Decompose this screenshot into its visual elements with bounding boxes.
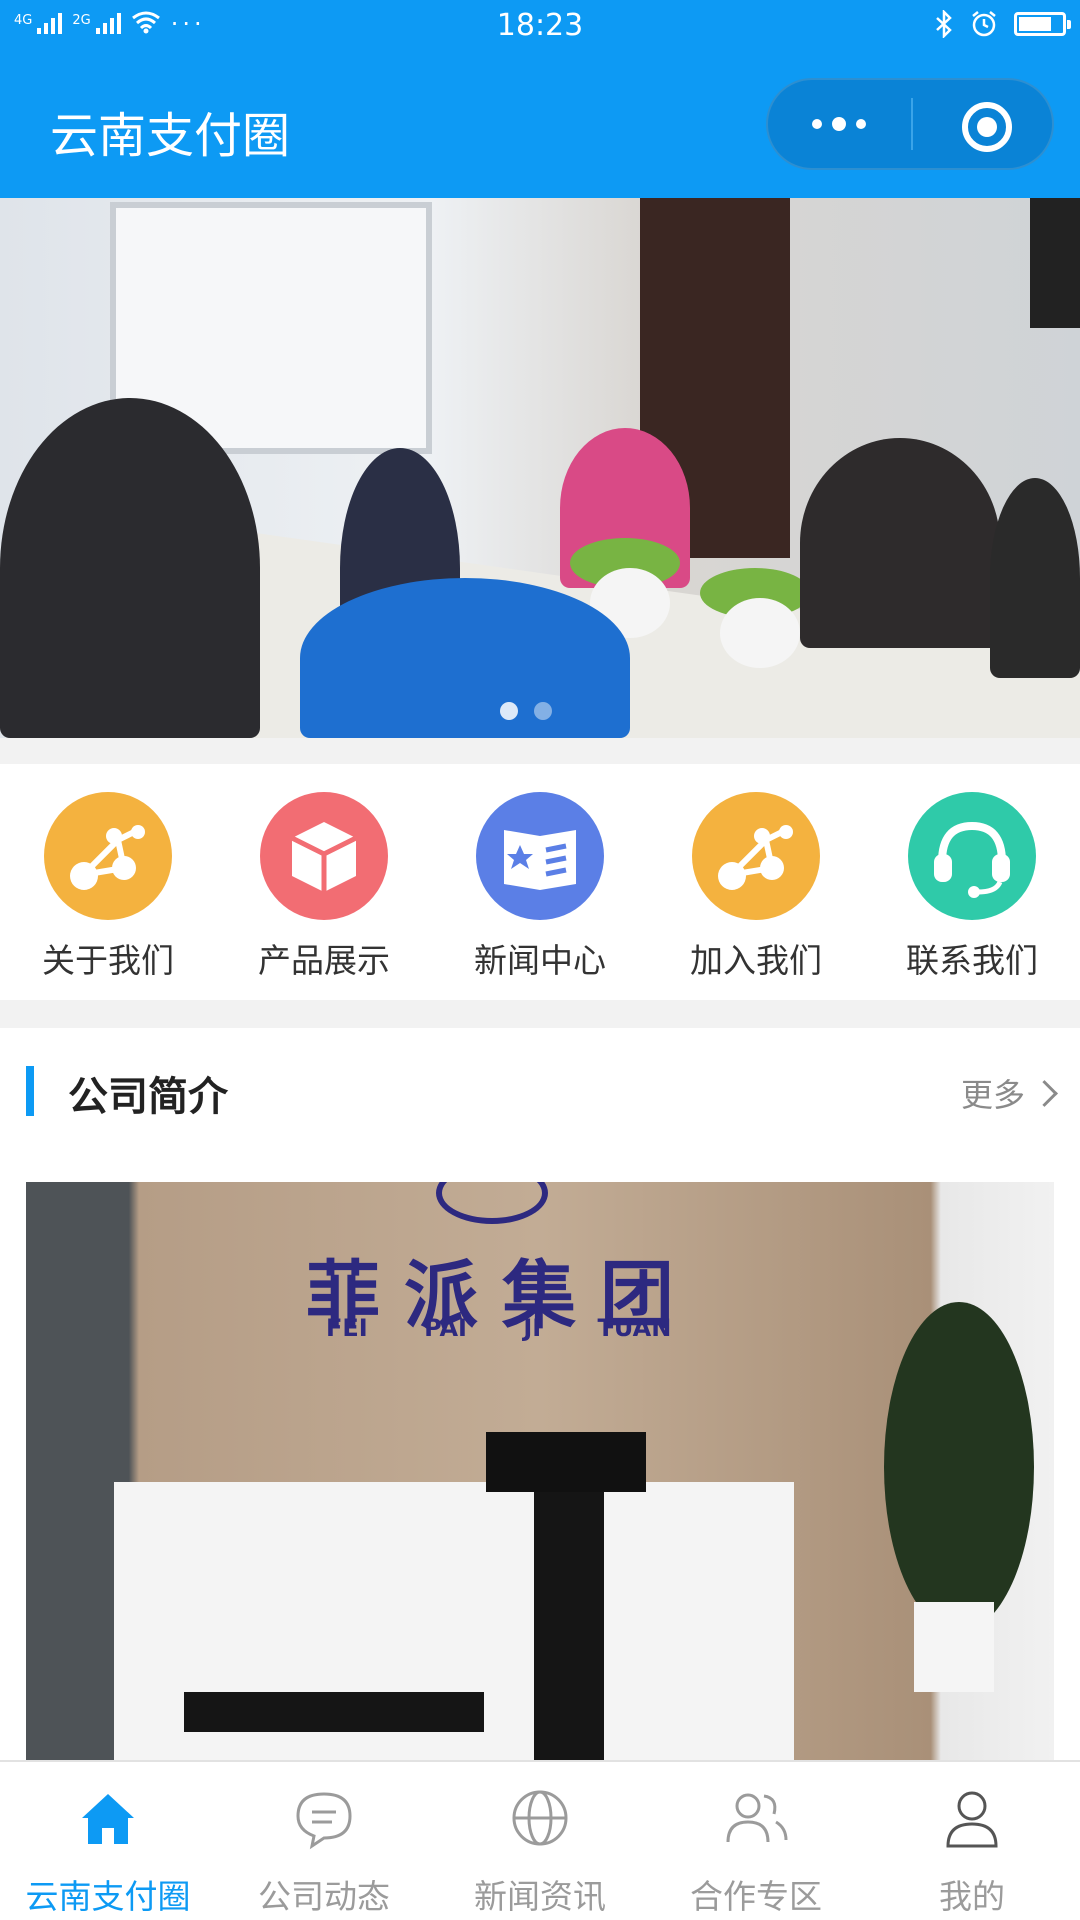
banner-person (0, 398, 260, 738)
nav-grid: 关于我们 产品展示 新闻中心 加入我们 联系我们 (0, 764, 1080, 1000)
close-target-icon[interactable] (962, 102, 1012, 152)
status-bar: 4G 2G ··· 18:23 (0, 0, 1080, 56)
nav-label: 产品展示 (258, 941, 390, 980)
mini-program-capsule (766, 78, 1054, 170)
user-icon (946, 1791, 998, 1848)
company-intro-section: 公司简介 更多 菲派集团 FEI PAI JI TUAN (0, 1028, 1080, 1760)
tab-label: 合作专区 (690, 1877, 822, 1916)
nav-label: 加入我们 (690, 941, 822, 980)
page-title: 云南支付圈 (50, 108, 291, 164)
nav-item-news[interactable]: 新闻中心 (450, 792, 630, 982)
capsule-divider (911, 98, 913, 150)
tab-label: 公司动态 (258, 1877, 390, 1916)
company-logo (436, 1182, 548, 1224)
more-label: 更多 (960, 1076, 1025, 1114)
globe-icon (512, 1790, 568, 1846)
battery-icon (1014, 12, 1071, 36)
nav-label: 关于我们 (42, 941, 174, 980)
share-nodes-icon (692, 792, 820, 920)
more-button[interactable] (768, 80, 910, 168)
photo-monitor (486, 1432, 646, 1492)
alarm-icon (972, 11, 996, 37)
share-nodes-icon (44, 792, 172, 920)
headset-icon (908, 792, 1036, 920)
company-photo[interactable]: 菲派集团 FEI PAI JI TUAN (26, 1182, 1054, 1760)
tab-home[interactable]: 云南支付圈 (0, 1782, 216, 1918)
news-icon (476, 792, 604, 920)
chevron-right-icon (1031, 1079, 1058, 1107)
tab-company-news[interactable]: 公司动态 (216, 1782, 432, 1918)
tab-label: 我的 (939, 1877, 1005, 1916)
tab-mine[interactable]: 我的 (864, 1782, 1080, 1918)
tab-label: 新闻资讯 (474, 1877, 606, 1916)
nav-item-contact[interactable]: 联系我们 (882, 792, 1062, 982)
tab-bar: 云南支付圈 公司动态 新闻资讯 合作专区 我的 (0, 1760, 1080, 1920)
nav-label: 联系我们 (906, 941, 1038, 980)
more-link[interactable]: 更多 (960, 1070, 1058, 1116)
banner-person (990, 478, 1080, 678)
nav-item-join[interactable]: 加入我们 (666, 792, 846, 982)
status-time: 18:23 (496, 8, 584, 43)
nav-item-about[interactable]: 关于我们 (18, 792, 198, 982)
photo-pot (914, 1602, 994, 1692)
photo-plant (884, 1302, 1034, 1632)
title-bar: 云南支付圈 (0, 56, 1080, 198)
section-accent-bar (26, 1066, 34, 1116)
banner-person (300, 578, 630, 738)
tab-news[interactable]: 新闻资讯 (432, 1782, 648, 1918)
pager-dot[interactable] (534, 702, 552, 720)
reception-desk (114, 1482, 794, 1760)
bluetooth-icon (936, 10, 952, 38)
company-sign-pinyin: FEI PAI JI TUAN (326, 1314, 672, 1342)
banner-carousel[interactable] (0, 198, 1080, 738)
banner-pot (720, 598, 800, 668)
nav-item-products[interactable]: 产品展示 (234, 792, 414, 982)
users-icon (726, 1793, 788, 1843)
nav-label: 新闻中心 (474, 941, 606, 980)
tab-cooperation[interactable]: 合作专区 (648, 1782, 864, 1918)
banner-person (800, 438, 1000, 648)
more-icon (812, 119, 822, 129)
banner-frame (1030, 198, 1080, 328)
tab-label: 云南支付圈 (25, 1877, 191, 1916)
section-title: 公司简介 (68, 1074, 228, 1120)
pager-dot[interactable] (500, 702, 518, 720)
chat-icon (296, 1792, 352, 1850)
status-right (934, 10, 1071, 38)
home-icon (82, 1794, 134, 1844)
cube-icon (260, 792, 388, 920)
banner-pager (500, 702, 552, 720)
